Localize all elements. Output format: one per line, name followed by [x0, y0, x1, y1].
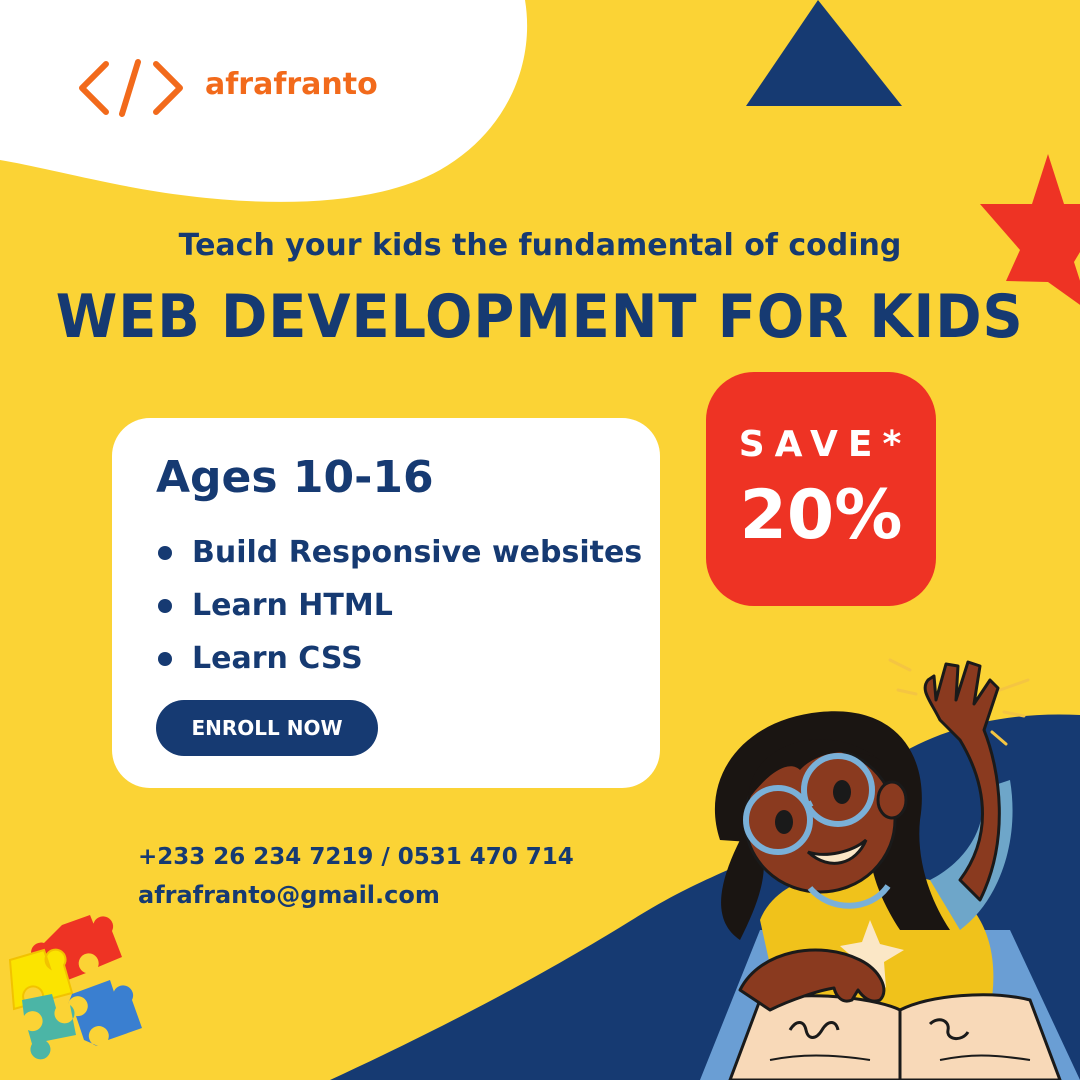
- kid-reading-illustration: [700, 658, 1080, 1080]
- promo-poster: afrafranto Teach your kids the fundament…: [0, 0, 1080, 1080]
